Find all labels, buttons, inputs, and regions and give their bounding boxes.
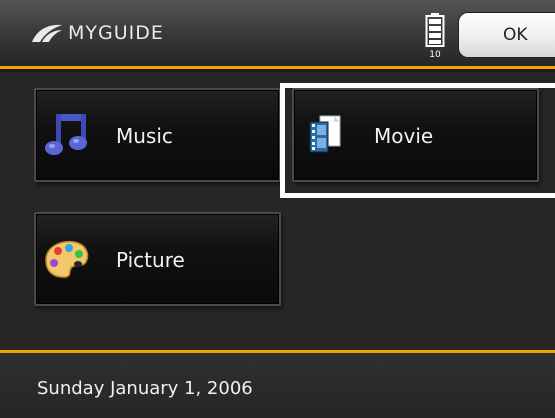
date-display: Sunday January 1, 2006 [37, 378, 253, 399]
header-bar: MYGUIDE 10 OK [0, 0, 555, 65]
battery-icon: 10 [425, 13, 445, 59]
picture-tile[interactable]: Picture [34, 212, 281, 306]
ok-button-label: OK [503, 25, 528, 45]
myguide-logo: MYGUIDE [30, 21, 164, 45]
music-note-icon [45, 114, 87, 155]
header-divider-shadow [0, 69, 555, 72]
film-document-icon [309, 115, 341, 153]
myguide-logo-icon [32, 24, 62, 42]
media-menu-screen: MYGUIDE 10 OK Music Movie Picture Sunday… [0, 0, 555, 418]
logo-text: MYGUIDE [68, 22, 164, 44]
movie-tile[interactable]: Movie [292, 88, 539, 182]
music-label: Music [116, 124, 173, 148]
ok-button[interactable]: OK [458, 12, 555, 58]
music-tile[interactable]: Music [34, 88, 281, 182]
picture-label: Picture [116, 248, 185, 272]
movie-label: Movie [374, 124, 434, 148]
paint-palette-icon [45, 240, 89, 278]
battery-level-label: 10 [429, 50, 441, 59]
